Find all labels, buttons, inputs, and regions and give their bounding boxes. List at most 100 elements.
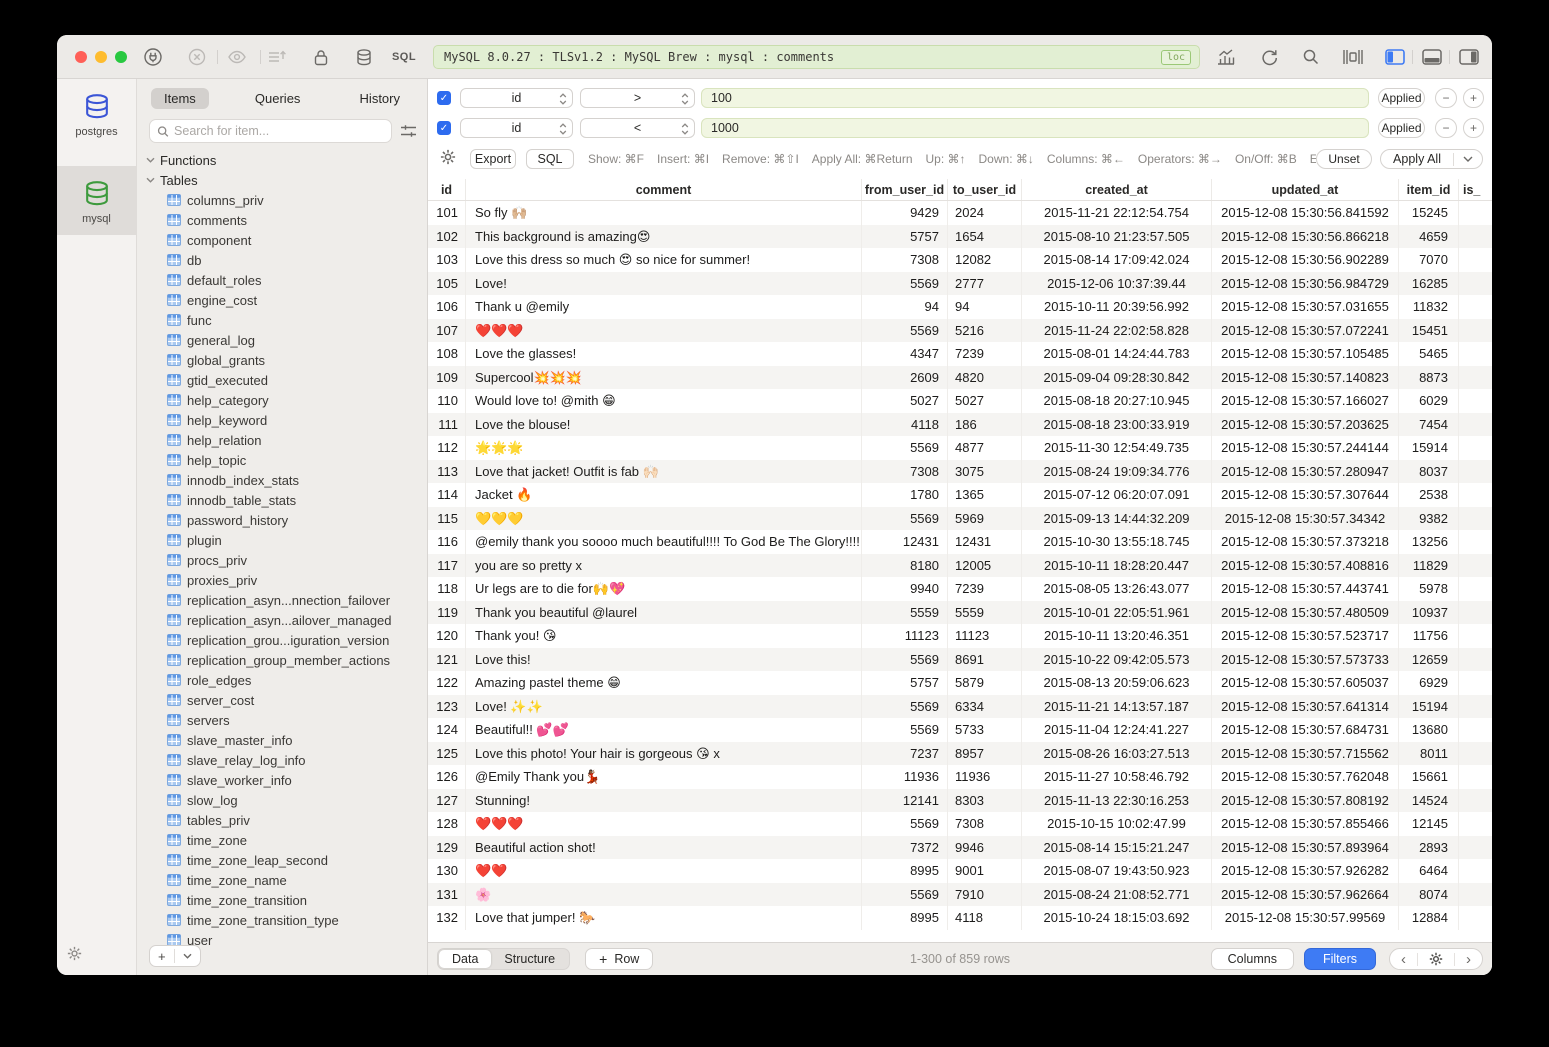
- column-header-to-user-id[interactable]: to_user_id: [948, 179, 1022, 200]
- table-row[interactable]: 106 Thank u @emily 94 94 2015-10-11 20:3…: [428, 295, 1492, 319]
- connection-postgres[interactable]: postgres: [57, 79, 136, 148]
- table-row[interactable]: 120 Thank you! 😘 11123 11123 2015-10-11 …: [428, 624, 1492, 648]
- table-list-item[interactable]: time_zone_leap_second: [137, 850, 427, 870]
- close-button[interactable]: [75, 51, 87, 63]
- table-row[interactable]: 110 Would love to! @mith 😁 5027 5027 201…: [428, 389, 1492, 413]
- filter-value-input[interactable]: [701, 118, 1369, 138]
- search-icon[interactable]: [1300, 47, 1322, 67]
- table-row[interactable]: 102 This background is amazing😍 5757 165…: [428, 225, 1492, 249]
- column-header-id[interactable]: id: [428, 179, 466, 200]
- apply-all-button[interactable]: Apply All: [1380, 149, 1483, 169]
- table-row[interactable]: 124 Beautiful!! 💕💕 5569 5733 2015-11-04 …: [428, 718, 1492, 742]
- filter-operator-select[interactable]: >: [580, 88, 695, 108]
- table-list-item[interactable]: proxies_priv: [137, 570, 427, 590]
- table-list-item[interactable]: help_keyword: [137, 410, 427, 430]
- table-list-item[interactable]: time_zone_name: [137, 870, 427, 890]
- table-row[interactable]: 101 So fly 🙌🏼 9429 2024 2015-11-21 22:12…: [428, 201, 1492, 225]
- table-list-item[interactable]: help_relation: [137, 430, 427, 450]
- fit-columns-icon[interactable]: [1342, 47, 1364, 67]
- tab-queries[interactable]: Queries: [242, 88, 314, 109]
- tab-history[interactable]: History: [347, 88, 413, 109]
- table-row[interactable]: 114 Jacket 🔥 1780 1365 2015-07-12 06:20:…: [428, 483, 1492, 507]
- table-row[interactable]: 108 Love the glasses! 4347 7239 2015-08-…: [428, 342, 1492, 366]
- table-list-item[interactable]: default_roles: [137, 270, 427, 290]
- table-list-item[interactable]: gtid_executed: [137, 370, 427, 390]
- table-list-item[interactable]: time_zone_transition: [137, 890, 427, 910]
- table-row[interactable]: 126 @Emily Thank you💃🏾 11936 11936 2015-…: [428, 765, 1492, 789]
- add-filter-button[interactable]: +: [1463, 118, 1484, 138]
- applied-button[interactable]: Applied: [1378, 88, 1425, 108]
- connection-mysql[interactable]: mysql: [57, 166, 136, 235]
- columns-button[interactable]: Columns: [1211, 948, 1294, 970]
- item-search-input[interactable]: [174, 124, 384, 138]
- filter-sliders-icon[interactable]: [400, 124, 417, 138]
- table-list-item[interactable]: time_zone: [137, 830, 427, 850]
- column-header-updated-at[interactable]: updated_at: [1212, 179, 1399, 200]
- preview-eye-icon[interactable]: [226, 47, 248, 67]
- chevron-down-icon[interactable]: [1454, 156, 1482, 162]
- table-row[interactable]: 122 Amazing pastel theme 😁 5757 5879 201…: [428, 671, 1492, 695]
- table-list-item[interactable]: func: [137, 310, 427, 330]
- filter-column-select[interactable]: id: [460, 118, 573, 138]
- refresh-icon[interactable]: [1258, 47, 1280, 67]
- tree-section-functions[interactable]: Functions: [137, 150, 427, 170]
- table-list-item[interactable]: slave_worker_info: [137, 770, 427, 790]
- add-item-button[interactable]: +: [149, 945, 201, 967]
- table-row[interactable]: 111 Love the blouse! 4118 186 2015-08-18…: [428, 413, 1492, 437]
- table-list-item[interactable]: help_category: [137, 390, 427, 410]
- chevron-down-icon[interactable]: [175, 953, 200, 959]
- filter-checkbox[interactable]: ✓: [437, 91, 451, 105]
- filters-button[interactable]: Filters: [1304, 948, 1376, 970]
- unset-button[interactable]: Unset: [1316, 149, 1372, 169]
- filter-column-select[interactable]: id: [460, 88, 573, 108]
- lock-icon[interactable]: [310, 47, 332, 67]
- chart-icon[interactable]: [1215, 47, 1237, 67]
- table-row[interactable]: 116 @emily thank you soooo much beautifu…: [428, 530, 1492, 554]
- table-row[interactable]: 113 Love that jacket! Outfit is fab 🙌🏻 7…: [428, 460, 1492, 484]
- table-row[interactable]: 131 🌸 5569 7910 2015-08-24 21:08:52.771 …: [428, 883, 1492, 907]
- table-list-item[interactable]: help_topic: [137, 450, 427, 470]
- add-row-button[interactable]: + Row: [585, 948, 653, 970]
- sql-button[interactable]: SQL: [526, 149, 574, 169]
- table-list-item[interactable]: replication_asyn...ailover_managed: [137, 610, 427, 630]
- table-row[interactable]: 121 Love this! 5569 8691 2015-10-22 09:4…: [428, 648, 1492, 672]
- chevron-left-icon[interactable]: ‹: [1390, 952, 1417, 967]
- table-list-item[interactable]: replication_group_member_actions: [137, 650, 427, 670]
- table-row[interactable]: 123 Love! ✨✨ 5569 6334 2015-11-21 14:13:…: [428, 695, 1492, 719]
- table-list-item[interactable]: innodb_table_stats: [137, 490, 427, 510]
- table-row[interactable]: 132 Love that jumper! 🐎 8995 4118 2015-1…: [428, 906, 1492, 930]
- column-header-from-user-id[interactable]: from_user_id: [862, 179, 948, 200]
- table-settings-gear-icon[interactable]: [1418, 952, 1454, 966]
- table-list-item[interactable]: tables_priv: [137, 810, 427, 830]
- tab-structure[interactable]: Structure: [491, 950, 568, 968]
- plus-icon[interactable]: +: [150, 949, 174, 964]
- add-filter-button[interactable]: +: [1463, 88, 1484, 108]
- export-rows-icon[interactable]: [266, 47, 288, 67]
- table-row[interactable]: 128 ❤️❤️❤️ 5569 7308 2015-10-15 10:02:47…: [428, 812, 1492, 836]
- table-list-item[interactable]: replication_asyn...nnection_failover: [137, 590, 427, 610]
- table-list-item[interactable]: slave_relay_log_info: [137, 750, 427, 770]
- table-row[interactable]: 103 Love this dress so much 😍 so nice fo…: [428, 248, 1492, 272]
- filter-operator-select[interactable]: <: [580, 118, 695, 138]
- table-row[interactable]: 112 🌟🌟🌟 5569 4877 2015-11-30 12:54:49.73…: [428, 436, 1492, 460]
- table-row[interactable]: 118 Ur legs are to die for🙌💖 9940 7239 2…: [428, 577, 1492, 601]
- filter-checkbox[interactable]: ✓: [437, 121, 451, 135]
- filter-settings-gear-icon[interactable]: [440, 149, 456, 170]
- table-list-item[interactable]: server_cost: [137, 690, 427, 710]
- sql-icon[interactable]: SQL: [393, 47, 415, 67]
- table-list-item[interactable]: columns_priv: [137, 190, 427, 210]
- filter-value-input[interactable]: [701, 88, 1369, 108]
- chevron-right-icon[interactable]: ›: [1455, 952, 1482, 967]
- sidebar-settings-gear-icon[interactable]: [67, 946, 82, 966]
- table-row[interactable]: 115 💛💛💛 5569 5969 2015-09-13 14:44:32.20…: [428, 507, 1492, 531]
- tab-items[interactable]: Items: [151, 88, 209, 109]
- minimize-button[interactable]: [95, 51, 107, 63]
- table-list-item[interactable]: db: [137, 250, 427, 270]
- table-list-item[interactable]: innodb_index_stats: [137, 470, 427, 490]
- tree-section-tables[interactable]: Tables: [137, 170, 427, 190]
- table-row[interactable]: 127 Stunning! 12141 8303 2015-11-13 22:3…: [428, 789, 1492, 813]
- table-list-item[interactable]: slave_master_info: [137, 730, 427, 750]
- table-list-item[interactable]: replication_grou...iguration_version: [137, 630, 427, 650]
- panel-right-icon[interactable]: [1458, 47, 1480, 67]
- table-row[interactable]: 125 Love this photo! Your hair is gorgeo…: [428, 742, 1492, 766]
